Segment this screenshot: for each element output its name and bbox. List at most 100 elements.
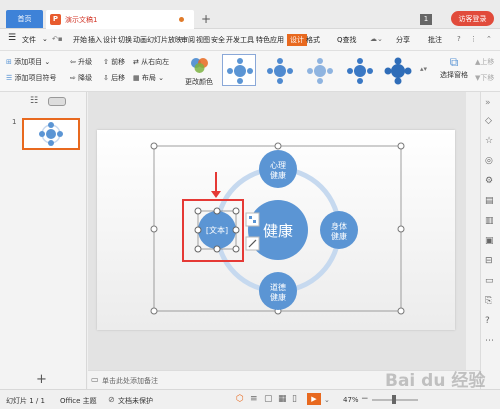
cloud-icon[interactable]: ☁⌄ bbox=[370, 35, 383, 43]
move-up-button[interactable]: ▲上移 bbox=[475, 57, 494, 67]
move-forward-button[interactable]: ⇧ 前移 bbox=[103, 57, 125, 67]
gallery-icon[interactable]: ▤ bbox=[485, 196, 494, 206]
left-node-label[interactable]: [文本] bbox=[198, 220, 236, 240]
menu-review[interactable]: 审阅 bbox=[181, 35, 195, 45]
shape-icon[interactable]: ◇ bbox=[485, 116, 492, 126]
play-button[interactable]: ▶ bbox=[307, 393, 321, 405]
help-sidebar-icon[interactable]: ? bbox=[485, 316, 490, 326]
menu-developer[interactable]: 开发工具 bbox=[226, 35, 254, 45]
layout-button[interactable]: ▦ 布局 ⌄ bbox=[133, 73, 164, 83]
outline-view-icon[interactable]: ☷ bbox=[30, 96, 38, 106]
collapse-icon[interactable]: ⌃ bbox=[486, 35, 492, 43]
add-slide-button[interactable]: + bbox=[36, 372, 47, 387]
menu-format[interactable]: 格式 bbox=[306, 35, 320, 45]
downgrade-button[interactable]: ⇨ 降级 bbox=[70, 73, 92, 83]
template-icon[interactable]: ▣ bbox=[485, 236, 494, 246]
sorter-view-icon[interactable]: ▦ bbox=[278, 394, 287, 404]
menu-file[interactable]: 文件 bbox=[22, 35, 36, 45]
new-tab-button[interactable]: + bbox=[201, 12, 211, 26]
chevron-down-icon[interactable]: ⌄ bbox=[42, 35, 48, 43]
resize-handle[interactable] bbox=[274, 142, 282, 150]
smartart-toolbar: ⊞ 添加项目 ⌄ ☰ 添加项目符号 ⇦ 升级 ⇨ 降级 ⇧ 前移 ⇩ 后移 ⇄ … bbox=[0, 51, 500, 92]
media-icon[interactable]: ▭ bbox=[485, 276, 494, 286]
add-bullet-button[interactable]: ☰ 添加项目符号 bbox=[6, 73, 57, 83]
node-handle[interactable] bbox=[213, 207, 221, 215]
collapse-sidebar-icon[interactable]: » bbox=[485, 98, 491, 108]
smartart-style-2[interactable] bbox=[262, 54, 296, 86]
menu-smartart-design[interactable]: 设计 bbox=[287, 34, 307, 46]
protect-status[interactable]: 文档未保护 bbox=[118, 396, 153, 406]
notes-toggle-icon[interactable]: ≡ bbox=[250, 394, 258, 404]
tab-document-label: 演示文稿1 bbox=[65, 15, 98, 24]
tab-home[interactable]: 首页 bbox=[6, 10, 43, 28]
right-to-left-button[interactable]: ⇄ 从右向左 bbox=[133, 57, 169, 67]
move-backward-button[interactable]: ⇩ 后移 bbox=[103, 73, 125, 83]
more-icon[interactable]: ⋮ bbox=[470, 35, 477, 43]
resize-handle[interactable] bbox=[397, 225, 405, 233]
theme-name[interactable]: Office 主题 bbox=[60, 396, 97, 406]
slide-thumbnail[interactable] bbox=[22, 118, 80, 150]
smartart-style-4[interactable] bbox=[342, 54, 376, 86]
help-icon[interactable]: ? bbox=[457, 35, 461, 43]
menu-start[interactable]: 开始 bbox=[73, 35, 87, 45]
notes-placeholder[interactable]: 单击此处添加备注 bbox=[102, 376, 158, 386]
menu-insert[interactable]: 插入 bbox=[88, 35, 102, 45]
resize-handle[interactable] bbox=[150, 225, 158, 233]
resize-handle[interactable] bbox=[397, 142, 405, 150]
menu-search[interactable]: Q查找 bbox=[337, 35, 357, 45]
resize-handle[interactable] bbox=[150, 142, 158, 150]
reading-view-icon[interactable]: ▯ bbox=[292, 394, 297, 404]
select-pane-button[interactable]: ⧉ 选择窗格 bbox=[436, 55, 472, 80]
normal-view-icon[interactable]: ▢ bbox=[264, 394, 273, 404]
visitor-login-label: 访客登录 bbox=[458, 14, 487, 23]
notes-icon: ▭ bbox=[91, 375, 99, 384]
smartart-style-5[interactable] bbox=[380, 54, 414, 86]
menu-design[interactable]: 设计 bbox=[103, 35, 117, 45]
move-down-label: 下移 bbox=[480, 74, 495, 82]
tab-document[interactable]: P 演示文稿1 bbox=[46, 10, 194, 29]
add-item-button[interactable]: ⊞ 添加项目 ⌄ bbox=[6, 57, 50, 67]
backup-icon[interactable]: ⎘ bbox=[485, 296, 492, 306]
change-color-button[interactable]: 更改颜色 bbox=[185, 55, 215, 87]
node-handle[interactable] bbox=[194, 207, 202, 215]
node-handle[interactable] bbox=[194, 245, 202, 253]
smartart-style-1[interactable] bbox=[222, 54, 256, 86]
menu-transition[interactable]: 切换 bbox=[118, 35, 132, 45]
slide-view-icon[interactable] bbox=[48, 97, 66, 106]
smartart-style-3[interactable] bbox=[302, 54, 336, 86]
visitor-login-button[interactable]: 访客登录 bbox=[451, 11, 494, 26]
comment-button[interactable]: 批注 bbox=[428, 35, 442, 45]
menu-slideshow[interactable]: 幻灯片放映 bbox=[147, 35, 182, 45]
zoom-slider-thumb[interactable] bbox=[392, 395, 396, 404]
node-handle[interactable] bbox=[232, 245, 240, 253]
property-icon[interactable]: ⚙ bbox=[485, 176, 493, 186]
menu-animation[interactable]: 动画 bbox=[133, 35, 147, 45]
move-down-button[interactable]: ▼下移 bbox=[475, 73, 494, 83]
window-count-badge[interactable]: 1 bbox=[420, 14, 432, 25]
zoom-out-icon[interactable]: − bbox=[361, 394, 369, 404]
layout-label: 布局 bbox=[141, 74, 156, 82]
style-preview-icon bbox=[384, 57, 412, 85]
styles-scroll-icon[interactable]: ▴▾ bbox=[420, 65, 427, 73]
table-icon[interactable]: ⊟ bbox=[485, 256, 493, 266]
resize-handle[interactable] bbox=[150, 307, 158, 315]
undo-toolbar-icon[interactable]: ↶▪ bbox=[52, 35, 63, 43]
share-button[interactable]: 分享 bbox=[396, 35, 410, 45]
menu-icon[interactable]: ☰ bbox=[8, 33, 16, 43]
style-icon[interactable]: ☆ bbox=[485, 136, 493, 146]
resize-handle[interactable] bbox=[397, 307, 405, 315]
node-handle[interactable] bbox=[232, 207, 240, 215]
tab-home-label: 首页 bbox=[17, 15, 32, 23]
menu-special[interactable]: 特色应用 bbox=[256, 35, 284, 45]
settings-icon[interactable]: ⋯ bbox=[485, 336, 494, 346]
upgrade-button[interactable]: ⇦ 升级 bbox=[70, 57, 92, 67]
beautify-icon[interactable]: ⬡ bbox=[236, 394, 244, 404]
zoom-level[interactable]: 47% bbox=[343, 396, 359, 404]
animation-icon[interactable]: ◎ bbox=[485, 156, 493, 166]
play-dropdown-icon[interactable]: ⌄ bbox=[324, 396, 330, 404]
chart-icon[interactable]: ▥ bbox=[485, 216, 494, 226]
menu-view[interactable]: 视图 bbox=[196, 35, 210, 45]
menu-security[interactable]: 安全 bbox=[211, 35, 225, 45]
node-handle[interactable] bbox=[213, 245, 221, 253]
slide-counter: 幻灯片 1 / 1 bbox=[6, 397, 45, 405]
